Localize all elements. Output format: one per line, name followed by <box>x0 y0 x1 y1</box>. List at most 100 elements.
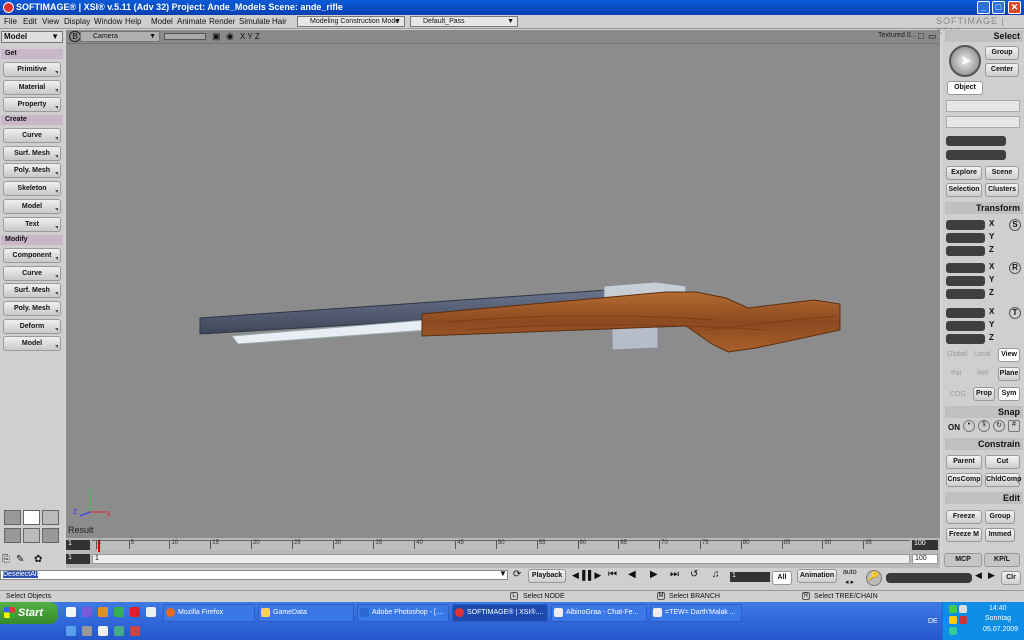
quicklaunch-icon[interactable] <box>98 607 108 617</box>
command-line[interactable]: DeselectAll <box>0 570 508 580</box>
menu-render[interactable]: Render <box>209 17 235 26</box>
quicklaunch-icon[interactable] <box>66 607 76 617</box>
minimize-button[interactable]: _ <box>977 1 990 14</box>
eye-icon[interactable]: ◉ <box>226 31 234 42</box>
translate-z-field[interactable] <box>946 334 985 344</box>
task-forum[interactable]: =TEW= Darth'Malak ... <box>650 604 742 622</box>
tray-icon[interactable] <box>959 616 967 624</box>
first-frame-icon[interactable]: ⏮ <box>608 569 617 580</box>
cog-toggle[interactable]: COG <box>950 391 966 398</box>
quicklaunch-icon[interactable] <box>82 607 92 617</box>
task-softimage[interactable]: SOFTIMAGE® | XSI®.... <box>452 604 548 622</box>
maximize-view-icon[interactable]: □ <box>918 31 923 41</box>
scale-z-field[interactable] <box>946 246 985 256</box>
auto-key-arrows[interactable]: ◂ ▸ <box>845 578 854 586</box>
close-button[interactable]: ✕ <box>1008 1 1021 14</box>
mcp-tab[interactable]: MCP <box>944 553 982 567</box>
menu-window[interactable]: Window <box>94 17 122 26</box>
text-button[interactable]: Text <box>3 217 61 232</box>
menu-display[interactable]: Display <box>64 17 90 26</box>
select-object-button[interactable]: Object <box>947 81 983 95</box>
select-center-button[interactable]: Center <box>985 63 1019 77</box>
goto-end-icon[interactable]: ▌▶ <box>588 570 601 581</box>
select-filter-field[interactable] <box>946 116 1020 128</box>
playback-options-icon[interactable]: ⟳ <box>513 569 521 580</box>
rotate-x-field[interactable] <box>946 263 985 273</box>
clusters-button[interactable]: Clusters <box>985 183 1019 197</box>
range-start-field[interactable]: 1 <box>66 554 90 564</box>
selection-name-field[interactable] <box>946 136 1006 146</box>
prev-frame-icon[interactable]: ◀ <box>628 569 636 580</box>
camera-select[interactable]: Camera ▼ <box>80 31 160 42</box>
script-editor-icon[interactable]: ⎘ <box>2 554 10 565</box>
layout-icon[interactable] <box>4 528 21 543</box>
create-surf-mesh-button[interactable]: Surf. Mesh <box>3 146 61 161</box>
scene-button[interactable]: Scene <box>985 166 1019 180</box>
snap-point-icon[interactable]: • <box>963 420 975 432</box>
camera-icon[interactable]: ▣ <box>212 31 221 42</box>
scale-button[interactable]: S <box>1009 219 1021 231</box>
key-icon[interactable]: 🔑 <box>866 570 882 586</box>
layout-icon[interactable] <box>23 528 40 543</box>
scale-x-field[interactable] <box>946 220 985 230</box>
snap-curve-icon[interactable]: § <box>978 420 990 432</box>
snap-on-toggle[interactable]: ON <box>948 423 960 432</box>
edit-group-button[interactable]: Group <box>985 510 1015 524</box>
rotate-button[interactable]: R <box>1009 262 1021 274</box>
tray-icon[interactable] <box>959 605 967 613</box>
freeze-button[interactable]: Freeze <box>946 510 982 524</box>
clear-button[interactable]: Clr <box>1001 571 1021 585</box>
ref-toggle[interactable]: Ref <box>977 370 988 377</box>
property-button[interactable]: Property <box>3 97 61 112</box>
rotate-z-field[interactable] <box>946 289 985 299</box>
animation-field[interactable] <box>886 573 972 583</box>
modify-model-button[interactable]: Model <box>3 336 61 351</box>
select-group-button[interactable]: Group <box>985 46 1019 60</box>
translate-x-field[interactable] <box>946 308 985 318</box>
language-indicator[interactable]: DE <box>928 618 938 625</box>
quicklaunch-icon[interactable] <box>114 607 124 617</box>
timeline-end-field[interactable]: 100 <box>912 540 938 550</box>
menu-view[interactable]: View <box>42 17 59 26</box>
childcomp-button[interactable]: ChldComp <box>985 473 1021 487</box>
tray-icon[interactable] <box>949 605 957 613</box>
snap-grid-icon[interactable]: # <box>1008 420 1020 432</box>
create-curve-button[interactable]: Curve <box>3 128 61 143</box>
selection-button[interactable]: Selection <box>946 183 982 197</box>
primitive-button[interactable]: Primitive <box>3 62 61 77</box>
menu-model[interactable]: Model <box>151 17 173 26</box>
task-firefox[interactable]: Mozilla Firefox <box>163 604 255 622</box>
view-options-icon[interactable]: ▭ <box>928 31 937 42</box>
menu-help[interactable]: Help <box>125 17 141 26</box>
create-model-button[interactable]: Model <box>3 199 61 214</box>
tray-icon[interactable] <box>949 616 957 624</box>
translate-button[interactable]: T <box>1009 307 1021 319</box>
audio-icon[interactable]: ♫ <box>712 569 720 580</box>
menu-animate[interactable]: Animate <box>177 17 206 26</box>
menu-simulate[interactable]: Simulate <box>239 17 270 26</box>
immed-button[interactable]: Immed <box>985 528 1015 542</box>
chevron-down-icon[interactable]: ▼ <box>499 569 507 578</box>
select-arrow-icon[interactable]: ➤ <box>949 45 981 77</box>
modify-poly-mesh-button[interactable]: Poly. Mesh <box>3 301 61 316</box>
cut-button[interactable]: Cut <box>985 455 1020 469</box>
translate-y-field[interactable] <box>946 321 985 331</box>
kpl-tab[interactable]: KP/L <box>984 553 1020 567</box>
sym-toggle[interactable]: Sym <box>998 387 1020 401</box>
range-end-field[interactable]: 100 <box>912 554 938 564</box>
quicklaunch-icon[interactable] <box>146 607 156 617</box>
modify-surf-mesh-button[interactable]: Surf. Mesh <box>3 283 61 298</box>
range-slider[interactable]: 1 <box>92 554 910 564</box>
display-mode[interactable]: Textured 0... <box>878 32 917 39</box>
next-key-icon[interactable]: ▶ <box>988 570 995 581</box>
maximize-button[interactable]: □ <box>992 1 1005 14</box>
parent-button[interactable]: Parent <box>946 455 982 469</box>
freeze-m-button[interactable]: Freeze M <box>946 528 982 542</box>
deform-button[interactable]: Deform <box>3 319 61 334</box>
material-button[interactable]: Material <box>3 80 61 95</box>
all-button[interactable]: All <box>772 571 792 585</box>
visibility-toggles[interactable] <box>164 33 206 40</box>
plane-toggle[interactable]: Plane <box>998 367 1020 381</box>
quicklaunch-icon[interactable] <box>130 626 140 636</box>
quicklaunch-icon[interactable] <box>66 626 76 636</box>
